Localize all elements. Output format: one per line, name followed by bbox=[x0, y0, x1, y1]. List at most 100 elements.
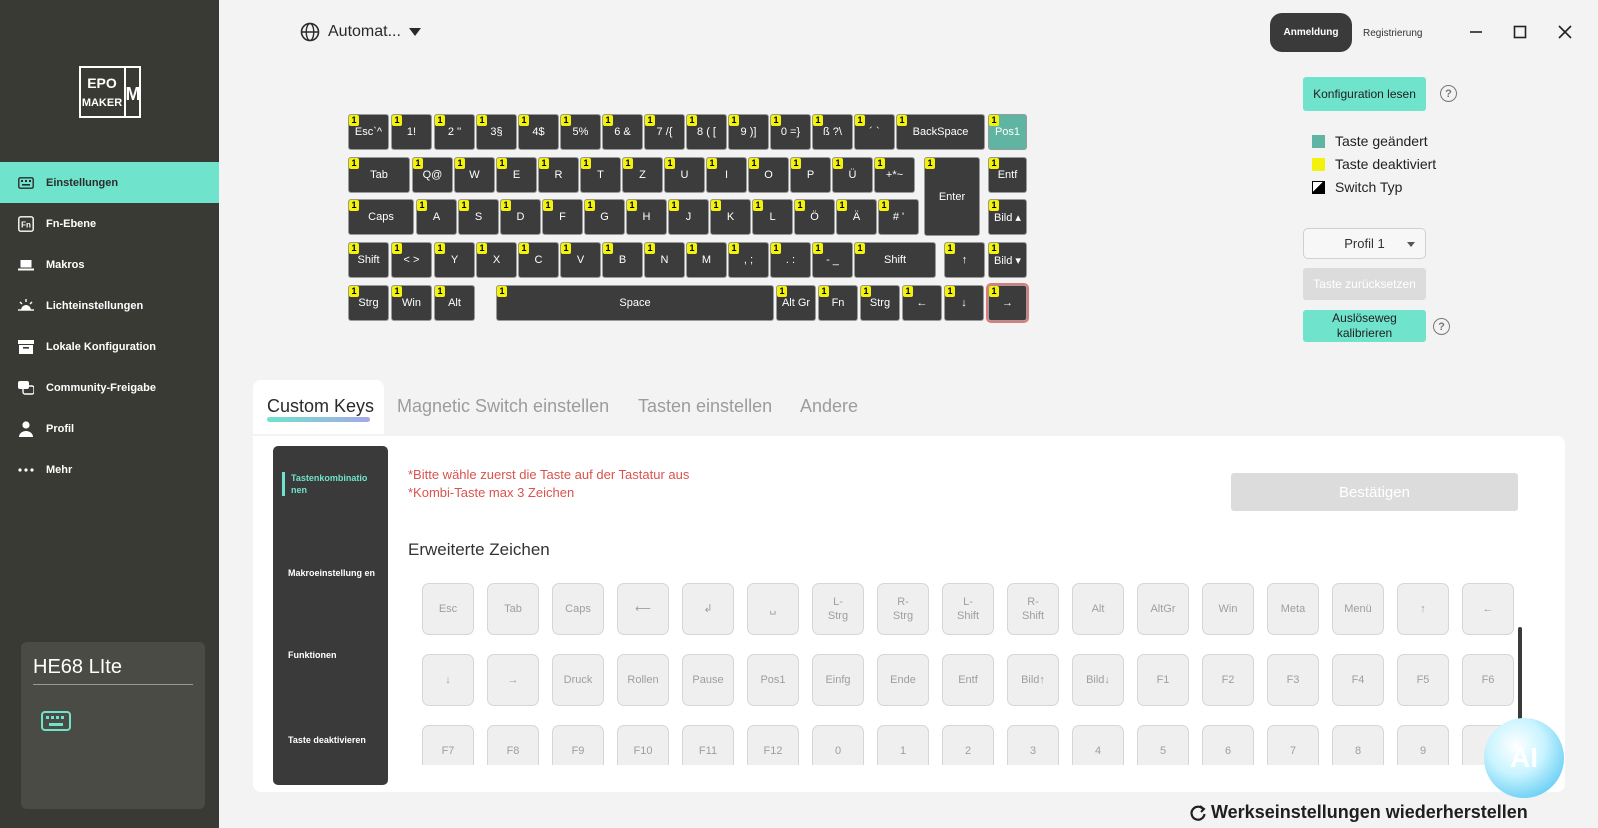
extended-key[interactable]: R- Strg bbox=[877, 583, 929, 635]
extended-key[interactable]: 1 bbox=[877, 725, 929, 765]
extended-key[interactable]: Einfg bbox=[812, 654, 864, 706]
key[interactable]: 1B bbox=[602, 242, 643, 278]
ai-assistant-button[interactable]: AI bbox=[1484, 718, 1564, 798]
subnav-key-combinations[interactable]: Tastenkombinatio nen bbox=[282, 472, 372, 496]
key[interactable]: 1 Q@ bbox=[412, 157, 453, 193]
key[interactable]: 17 /{ bbox=[644, 114, 685, 150]
key[interactable]: 1L bbox=[752, 199, 793, 235]
key[interactable]: 1 BackSpace bbox=[896, 114, 985, 150]
extended-key[interactable]: F1 bbox=[1137, 654, 1189, 706]
key[interactable]: 1W bbox=[454, 157, 495, 193]
extended-key[interactable]: 3 bbox=[1007, 725, 1059, 765]
key[interactable]: 1 , ; bbox=[728, 242, 769, 278]
key[interactable]: 1T bbox=[580, 157, 621, 193]
extended-key[interactable]: Pos1 bbox=[747, 654, 799, 706]
key[interactable]: 1F bbox=[542, 199, 583, 235]
key[interactable]: 1G bbox=[584, 199, 625, 235]
extended-key[interactable]: F8 bbox=[487, 725, 539, 765]
key[interactable]: 1 +*~ bbox=[874, 157, 915, 193]
extended-key[interactable]: R- Shift bbox=[1007, 583, 1059, 635]
confirm-button[interactable]: Bestätigen bbox=[1231, 473, 1518, 511]
extended-key[interactable]: ↑ bbox=[1397, 583, 1449, 635]
key-enter[interactable]: 1 Enter bbox=[924, 157, 980, 236]
extended-key[interactable]: Alt bbox=[1072, 583, 1124, 635]
key[interactable]: 10 =} bbox=[770, 114, 811, 150]
key[interactable]: 1 3§ bbox=[476, 114, 517, 150]
scrollbar[interactable] bbox=[1518, 627, 1522, 724]
extended-key[interactable]: 7 bbox=[1267, 725, 1319, 765]
key[interactable]: 1R bbox=[538, 157, 579, 193]
extended-key[interactable]: Win bbox=[1202, 583, 1254, 635]
sidebar-item-mehr[interactable]: Mehr bbox=[0, 449, 219, 490]
key[interactable]: 1 Shift bbox=[348, 242, 389, 278]
sidebar-item-lichteinstellungen[interactable]: Lichteinstellungen bbox=[0, 285, 219, 326]
key[interactable]: 1 Alt bbox=[434, 285, 475, 321]
extended-key[interactable]: Entf bbox=[942, 654, 994, 706]
reset-key-button[interactable]: Taste zurücksetzen bbox=[1303, 268, 1426, 300]
profile-select[interactable]: Profil 1 bbox=[1303, 228, 1426, 259]
key[interactable]: 1- _ bbox=[812, 242, 853, 278]
subnav-disable-key[interactable]: Taste deaktivieren bbox=[288, 734, 378, 746]
key[interactable]: 1E bbox=[496, 157, 537, 193]
extended-key[interactable]: F9 bbox=[552, 725, 604, 765]
key[interactable]: 1Y bbox=[434, 242, 475, 278]
device-card[interactable]: HE68 LIte bbox=[21, 642, 205, 809]
extended-key[interactable]: F6 bbox=[1462, 654, 1514, 706]
key[interactable]: 1C bbox=[518, 242, 559, 278]
extended-key[interactable]: 4 bbox=[1072, 725, 1124, 765]
subnav-macro-settings[interactable]: Makroeinstellung en bbox=[288, 567, 378, 579]
extended-key[interactable]: 0 bbox=[812, 725, 864, 765]
extended-key[interactable]: F2 bbox=[1202, 654, 1254, 706]
key[interactable]: 1 Caps bbox=[348, 199, 414, 235]
sidebar-item-profil[interactable]: Profil bbox=[0, 408, 219, 449]
extended-key[interactable]: ⟵ bbox=[617, 583, 669, 635]
sidebar-item-community-freigabe[interactable]: Community-Freigabe bbox=[0, 367, 219, 408]
key[interactable]: 1 1! bbox=[391, 114, 432, 150]
extended-key[interactable]: ← bbox=[1462, 583, 1514, 635]
key[interactable]: 1U bbox=[664, 157, 705, 193]
key[interactable]: 1 Pos1 bbox=[988, 114, 1027, 150]
key[interactable]: 1M bbox=[686, 242, 727, 278]
tab-custom-keys[interactable]: Custom Keys bbox=[267, 396, 374, 417]
tab-magnetic-switch[interactable]: Magnetic Switch einstellen bbox=[397, 396, 609, 417]
key[interactable]: 1 Bild ▾ bbox=[988, 242, 1027, 278]
extended-key[interactable]: F10 bbox=[617, 725, 669, 765]
key[interactable]: 1S bbox=[458, 199, 499, 235]
extended-key[interactable]: ↲ bbox=[682, 583, 734, 635]
extended-key[interactable]: → bbox=[487, 654, 539, 706]
extended-key[interactable]: Bild↓ bbox=[1072, 654, 1124, 706]
extended-key[interactable]: Pause bbox=[682, 654, 734, 706]
key[interactable]: 1V bbox=[560, 242, 601, 278]
extended-key[interactable]: Tab bbox=[487, 583, 539, 635]
extended-key[interactable]: Menü bbox=[1332, 583, 1384, 635]
help-icon[interactable]: ? bbox=[1433, 318, 1450, 335]
key[interactable]: 1 ↓ bbox=[944, 285, 984, 321]
key[interactable]: 1 Entf bbox=[988, 157, 1027, 193]
key[interactable]: 1 Shift bbox=[854, 242, 936, 278]
extended-key[interactable]: AltGr bbox=[1137, 583, 1189, 635]
key[interactable]: 1H bbox=[626, 199, 667, 235]
sidebar-item-lokale-konfiguration[interactable]: Lokale Konfiguration bbox=[0, 326, 219, 367]
key[interactable]: 1P bbox=[790, 157, 831, 193]
extended-key[interactable]: 2 bbox=[942, 725, 994, 765]
minimize-icon[interactable] bbox=[1468, 24, 1484, 40]
close-icon[interactable] bbox=[1557, 24, 1573, 40]
extended-key[interactable]: L- Shift bbox=[942, 583, 994, 635]
register-link[interactable]: Registrierung bbox=[1363, 28, 1422, 39]
help-icon[interactable]: ? bbox=[1440, 85, 1457, 102]
key[interactable]: 1 5% bbox=[560, 114, 601, 150]
key[interactable]: 1Ö bbox=[794, 199, 835, 235]
extended-key[interactable]: Meta bbox=[1267, 583, 1319, 635]
key[interactable]: 1N bbox=[644, 242, 685, 278]
key[interactable]: 1A bbox=[416, 199, 457, 235]
key[interactable]: 1 Alt Gr bbox=[776, 285, 816, 321]
key[interactable]: 1Z bbox=[622, 157, 663, 193]
sidebar-item-makros[interactable]: Makros bbox=[0, 244, 219, 285]
key[interactable]: 1J bbox=[668, 199, 709, 235]
extended-key[interactable]: Druck bbox=[552, 654, 604, 706]
extended-key[interactable]: L- Strg bbox=[812, 583, 864, 635]
extended-key[interactable]: F7 bbox=[422, 725, 474, 765]
extended-key[interactable]: F5 bbox=[1397, 654, 1449, 706]
extended-key[interactable]: Ende bbox=[877, 654, 929, 706]
key[interactable]: 1 Fn bbox=[818, 285, 858, 321]
